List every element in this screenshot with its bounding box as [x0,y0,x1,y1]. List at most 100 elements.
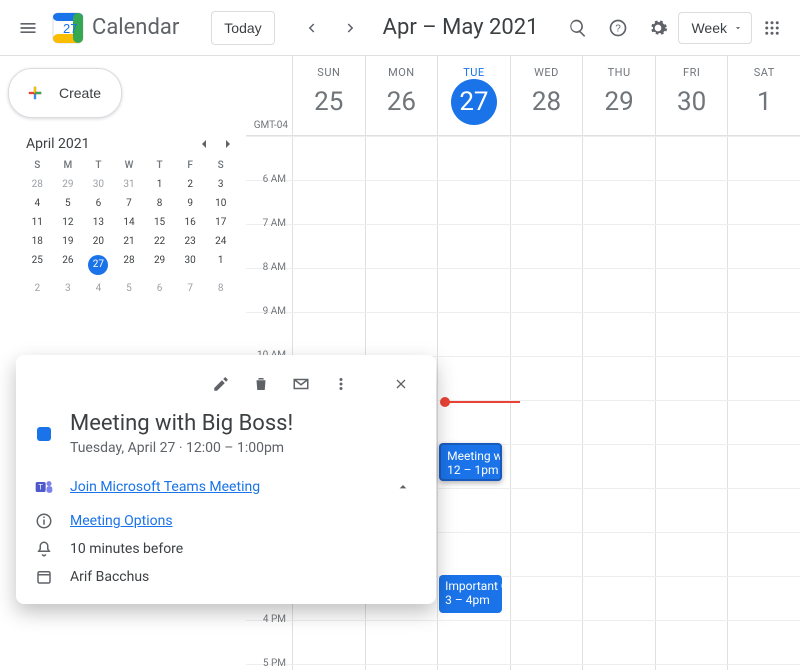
mini-prev-button[interactable] [196,136,212,152]
time-cell[interactable] [437,137,510,180]
mini-day[interactable]: 4 [83,283,114,294]
time-cell[interactable] [292,621,365,664]
time-cell[interactable] [437,489,510,532]
email-guests-button[interactable] [284,367,318,401]
time-cell[interactable] [437,621,510,664]
mini-day[interactable]: 21 [114,236,145,247]
mini-day[interactable]: 28 [114,255,145,275]
meeting-options-link[interactable]: Meeting Options [70,513,173,529]
mini-day[interactable]: 23 [175,236,206,247]
time-cell[interactable] [655,137,728,180]
join-meeting-link[interactable]: Join Microsoft Teams Meeting [70,479,260,495]
time-cell[interactable] [510,357,583,400]
delete-event-button[interactable] [244,367,278,401]
mini-day[interactable]: 29 [53,179,84,190]
mini-day[interactable]: 5 [53,198,84,209]
edit-event-button[interactable] [204,367,238,401]
time-cell[interactable] [655,665,728,670]
mini-day[interactable]: 5 [114,283,145,294]
mini-day[interactable]: 26 [53,255,84,275]
time-cell[interactable] [510,225,583,268]
mini-day[interactable]: 9 [175,198,206,209]
mini-day[interactable]: 1 [205,255,236,275]
time-cell[interactable] [727,181,800,224]
time-cell[interactable] [727,621,800,664]
prev-period-button[interactable] [291,8,331,48]
mini-day[interactable]: 8 [144,198,175,209]
mini-day[interactable]: 24 [205,236,236,247]
time-cell[interactable] [582,621,655,664]
view-switcher[interactable]: Week [678,12,752,44]
time-cell[interactable] [437,533,510,576]
time-cell[interactable] [582,401,655,444]
time-cell[interactable] [582,489,655,532]
mini-day[interactable]: 17 [205,217,236,228]
time-cell[interactable] [365,269,438,312]
time-cell[interactable] [510,313,583,356]
time-cell[interactable] [582,137,655,180]
time-cell[interactable] [292,181,365,224]
time-cell[interactable] [727,577,800,620]
time-cell[interactable] [437,225,510,268]
today-button[interactable]: Today [211,11,274,45]
time-cell[interactable] [582,313,655,356]
day-header[interactable]: THU29 [582,56,655,135]
mini-day[interactable]: 2 [175,179,206,190]
time-cell[interactable] [510,137,583,180]
time-cell[interactable] [655,489,728,532]
main-menu-button[interactable] [8,8,48,48]
time-cell[interactable] [655,445,728,488]
search-button[interactable] [558,8,598,48]
time-cell[interactable] [727,269,800,312]
day-header[interactable]: SUN25 [292,56,365,135]
time-cell[interactable] [582,181,655,224]
time-cell[interactable] [365,225,438,268]
calendar-event[interactable]: Important Call3 – 4pm [439,575,502,613]
create-button[interactable]: Create [8,68,122,118]
mini-day[interactable]: 15 [144,217,175,228]
close-popup-button[interactable] [384,367,418,401]
time-cell[interactable] [727,357,800,400]
day-header[interactable]: FRI30 [655,56,728,135]
apps-button[interactable] [752,8,792,48]
next-period-button[interactable] [331,8,371,48]
time-cell[interactable] [655,621,728,664]
mini-day[interactable]: 25 [22,255,53,275]
time-cell[interactable] [365,665,438,670]
collapse-conference-button[interactable] [388,472,418,502]
time-cell[interactable] [510,665,583,670]
time-cell[interactable] [437,357,510,400]
time-cell[interactable] [727,445,800,488]
mini-day[interactable]: 13 [83,217,114,228]
day-header[interactable]: WED28 [510,56,583,135]
time-cell[interactable] [510,533,583,576]
help-button[interactable]: ? [598,8,638,48]
time-cell[interactable] [365,137,438,180]
time-cell[interactable] [582,357,655,400]
mini-day[interactable]: 10 [205,198,236,209]
mini-day[interactable]: 1 [144,179,175,190]
mini-day[interactable]: 4 [22,198,53,209]
mini-day[interactable]: 28 [22,179,53,190]
time-cell[interactable] [582,577,655,620]
mini-day[interactable]: 31 [114,179,145,190]
mini-day[interactable]: 18 [22,236,53,247]
settings-button[interactable] [638,8,678,48]
time-cell[interactable] [365,181,438,224]
time-cell[interactable] [582,665,655,670]
time-cell[interactable] [582,225,655,268]
time-cell[interactable] [727,225,800,268]
mini-day[interactable]: 7 [175,283,206,294]
time-cell[interactable] [437,313,510,356]
time-cell[interactable] [582,445,655,488]
mini-day[interactable]: 8 [205,283,236,294]
time-cell[interactable] [510,577,583,620]
time-cell[interactable] [292,225,365,268]
mini-next-button[interactable] [220,136,236,152]
time-cell[interactable] [655,533,728,576]
time-cell[interactable] [655,313,728,356]
time-cell[interactable] [437,269,510,312]
time-cell[interactable] [437,181,510,224]
time-cell[interactable] [727,533,800,576]
time-cell[interactable] [655,577,728,620]
